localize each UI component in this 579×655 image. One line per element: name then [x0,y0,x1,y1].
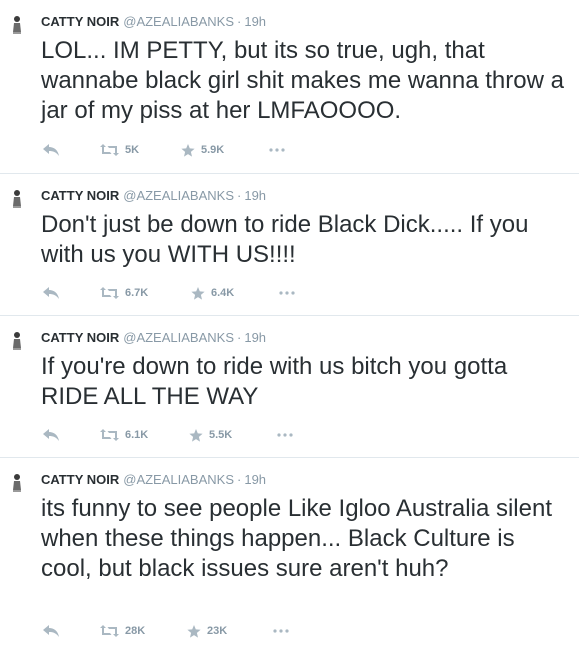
timestamp[interactable]: 19h [244,330,266,345]
tweet-header: CATTY NOIR @AZEALIABANKS · 19h [41,14,266,30]
tweet-text: its funny to see people Like Igloo Austr… [41,495,552,582]
reply-button[interactable] [43,425,59,445]
avatar[interactable] [10,14,24,36]
reply-button[interactable] [43,283,59,303]
tweet: CATTY NOIR @AZEALIABANKS · 19h its funny to… [0,458,579,655]
more-button[interactable] [273,621,289,641]
tweet: CATTY NOIR @AZEALIABANKS · 19h If you're do… [0,316,579,458]
favorite-button[interactable]: 5.5K [189,425,232,445]
reply-button[interactable] [43,140,59,160]
retweet-count: 6.1K [125,429,149,441]
more-icon [269,148,285,152]
retweet-icon [100,625,119,637]
retweet-count: 5K [125,144,140,156]
separator: · [237,330,242,345]
favorite-count: 5.5K [209,429,233,441]
avatar[interactable] [10,188,24,210]
reply-icon [43,144,59,156]
separator: · [237,188,242,203]
star-icon [191,286,205,300]
tweet: CATTY NOIR @AZEALIABANKS · 19h LOL... IM PE… [0,0,579,174]
avatar[interactable] [10,330,24,352]
display-name[interactable]: CATTY NOIR [41,14,119,29]
more-button[interactable] [279,283,295,303]
username[interactable]: @AZEALIABANKS [123,472,234,487]
more-icon [279,291,295,295]
star-icon [187,624,201,638]
favorite-button[interactable]: 5.9K [181,140,224,160]
retweet-count: 6.7K [125,287,149,299]
tweet-header: CATTY NOIR @AZEALIABANKS · 19h [41,472,266,488]
tweet-text: Don't just be down to ride Black Dick...… [41,211,529,268]
more-button[interactable] [277,425,293,445]
reply-button[interactable] [43,621,59,641]
retweet-button[interactable]: 6.7K [100,283,148,303]
separator: · [237,14,242,29]
username[interactable]: @AZEALIABANKS [123,330,234,345]
retweet-icon [100,144,119,156]
display-name[interactable]: CATTY NOIR [41,330,119,345]
tweet-actions: 6.1K 5.5K [41,425,341,445]
retweet-button[interactable]: 5K [100,140,139,160]
username[interactable]: @AZEALIABANKS [123,188,234,203]
favorite-count: 5.9K [201,144,225,156]
favorite-button[interactable]: 23K [187,621,227,641]
more-icon [277,433,293,437]
favorite-button[interactable]: 6.4K [191,283,234,303]
tweet-text: LOL... IM PETTY, but its so true, ugh, t… [41,37,564,124]
retweet-button[interactable]: 6.1K [100,425,148,445]
tweet: CATTY NOIR @AZEALIABANKS · 19h Don't just b… [0,174,579,316]
reply-icon [43,625,59,637]
display-name[interactable]: CATTY NOIR [41,472,119,487]
reply-icon [43,429,59,441]
more-button[interactable] [269,140,285,160]
timestamp[interactable]: 19h [244,188,266,203]
favorite-count: 6.4K [211,287,235,299]
star-icon [189,428,203,442]
tweet-actions: 28K 23K [41,621,341,641]
tweet-text: If you're down to ride with us bitch you… [41,353,508,410]
display-name[interactable]: CATTY NOIR [41,188,119,203]
favorite-count: 23K [207,625,228,637]
retweet-icon [100,429,119,441]
avatar[interactable] [10,472,24,494]
retweet-count: 28K [125,625,146,637]
tweet-actions: 5K 5.9K [41,140,341,160]
retweet-button[interactable]: 28K [100,621,145,641]
more-icon [273,629,289,633]
star-icon [181,143,195,157]
reply-icon [43,287,59,299]
separator: · [237,472,242,487]
tweet-actions: 6.7K 6.4K [41,283,341,303]
tweet-header: CATTY NOIR @AZEALIABANKS · 19h [41,330,266,346]
tweet-feed: CATTY NOIR @AZEALIABANKS · 19h LOL... IM PE… [0,0,579,655]
timestamp[interactable]: 19h [244,472,266,487]
retweet-icon [100,287,119,299]
tweet-header: CATTY NOIR @AZEALIABANKS · 19h [41,188,266,204]
username[interactable]: @AZEALIABANKS [123,14,234,29]
timestamp[interactable]: 19h [244,14,266,29]
